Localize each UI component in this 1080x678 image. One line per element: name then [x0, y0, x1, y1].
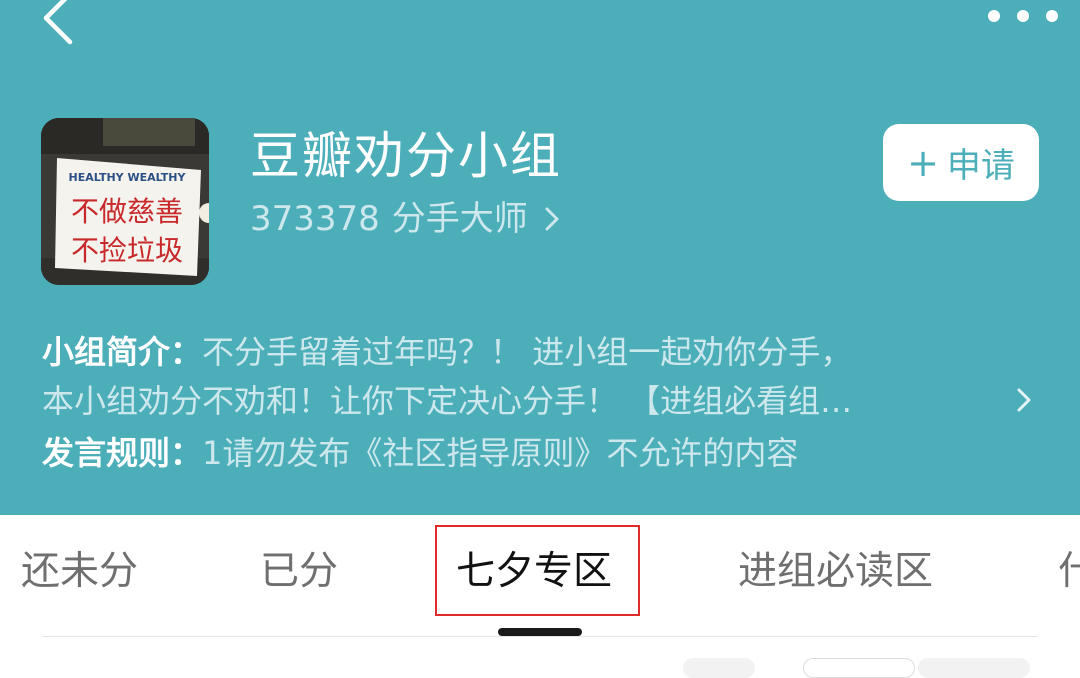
group-avatar-image: HEALTHY WEALTHY 不做慈善 不捡垃圾	[41, 118, 209, 285]
group-name: 豆瓣劝分小组	[250, 127, 562, 185]
intro-line-1[interactable]: 小组简介：不分手留着过年吗？！ 进小组一起劝你分手，	[42, 330, 852, 374]
rules-label: 发言规则：	[42, 434, 203, 472]
back-button[interactable]	[38, 0, 86, 46]
sign-line1-text: 不做慈善	[71, 195, 183, 228]
member-count: 373378	[250, 199, 380, 239]
intro-text-2: 本小组劝分不劝和！让你下定决心分手！ 【进组必看组…	[42, 382, 853, 420]
member-title: 分手大师	[391, 199, 528, 239]
intro-expand-button[interactable]	[1012, 384, 1036, 416]
chevron-right-icon	[545, 207, 559, 231]
sign-line2-text: 不捡垃圾	[71, 234, 183, 267]
rules-line[interactable]: 发言规则：1请勿发布《社区指导原则》不允许的内容	[42, 431, 798, 475]
tab-more[interactable]: 什	[1058, 543, 1080, 601]
tab-not-split[interactable]: 还未分	[21, 543, 138, 601]
rules-text: 1请勿发布《社区指导原则》不允许的内容	[202, 434, 799, 472]
active-tab-indicator	[498, 628, 582, 636]
member-info-link[interactable]: 373378 分手大师	[250, 198, 564, 240]
group-avatar[interactable]: HEALTHY WEALTHY 不做慈善 不捡垃圾	[41, 118, 209, 285]
tab-divider	[42, 636, 1038, 637]
more-dots-icon	[988, 10, 1000, 22]
group-header: HEALTHY WEALTHY 不做慈善 不捡垃圾 豆瓣劝分小组 373378 …	[0, 0, 1080, 515]
apply-button[interactable]: + 申请	[883, 124, 1039, 201]
intro-line-2[interactable]: 本小组劝分不劝和！让你下定决心分手！ 【进组必看组…	[42, 379, 852, 423]
filter-chip[interactable]	[683, 658, 755, 678]
chevron-right-icon	[1017, 388, 1031, 412]
more-button[interactable]	[988, 4, 1058, 28]
sign-header-text: HEALTHY WEALTHY	[69, 171, 187, 184]
tab-must-read[interactable]: 进组必读区	[738, 543, 933, 601]
apply-label: 申请	[946, 146, 1015, 186]
highlight-box	[435, 525, 640, 616]
plus-icon: +	[907, 140, 939, 185]
chevron-left-icon	[43, 0, 73, 45]
intro-text-1: 不分手留着过年吗？！ 进小组一起劝你分手，	[202, 333, 853, 371]
filter-chip[interactable]	[803, 658, 915, 678]
filter-chip[interactable]	[918, 658, 1030, 678]
intro-label: 小组简介：	[42, 333, 203, 371]
tab-split[interactable]: 已分	[260, 543, 338, 601]
